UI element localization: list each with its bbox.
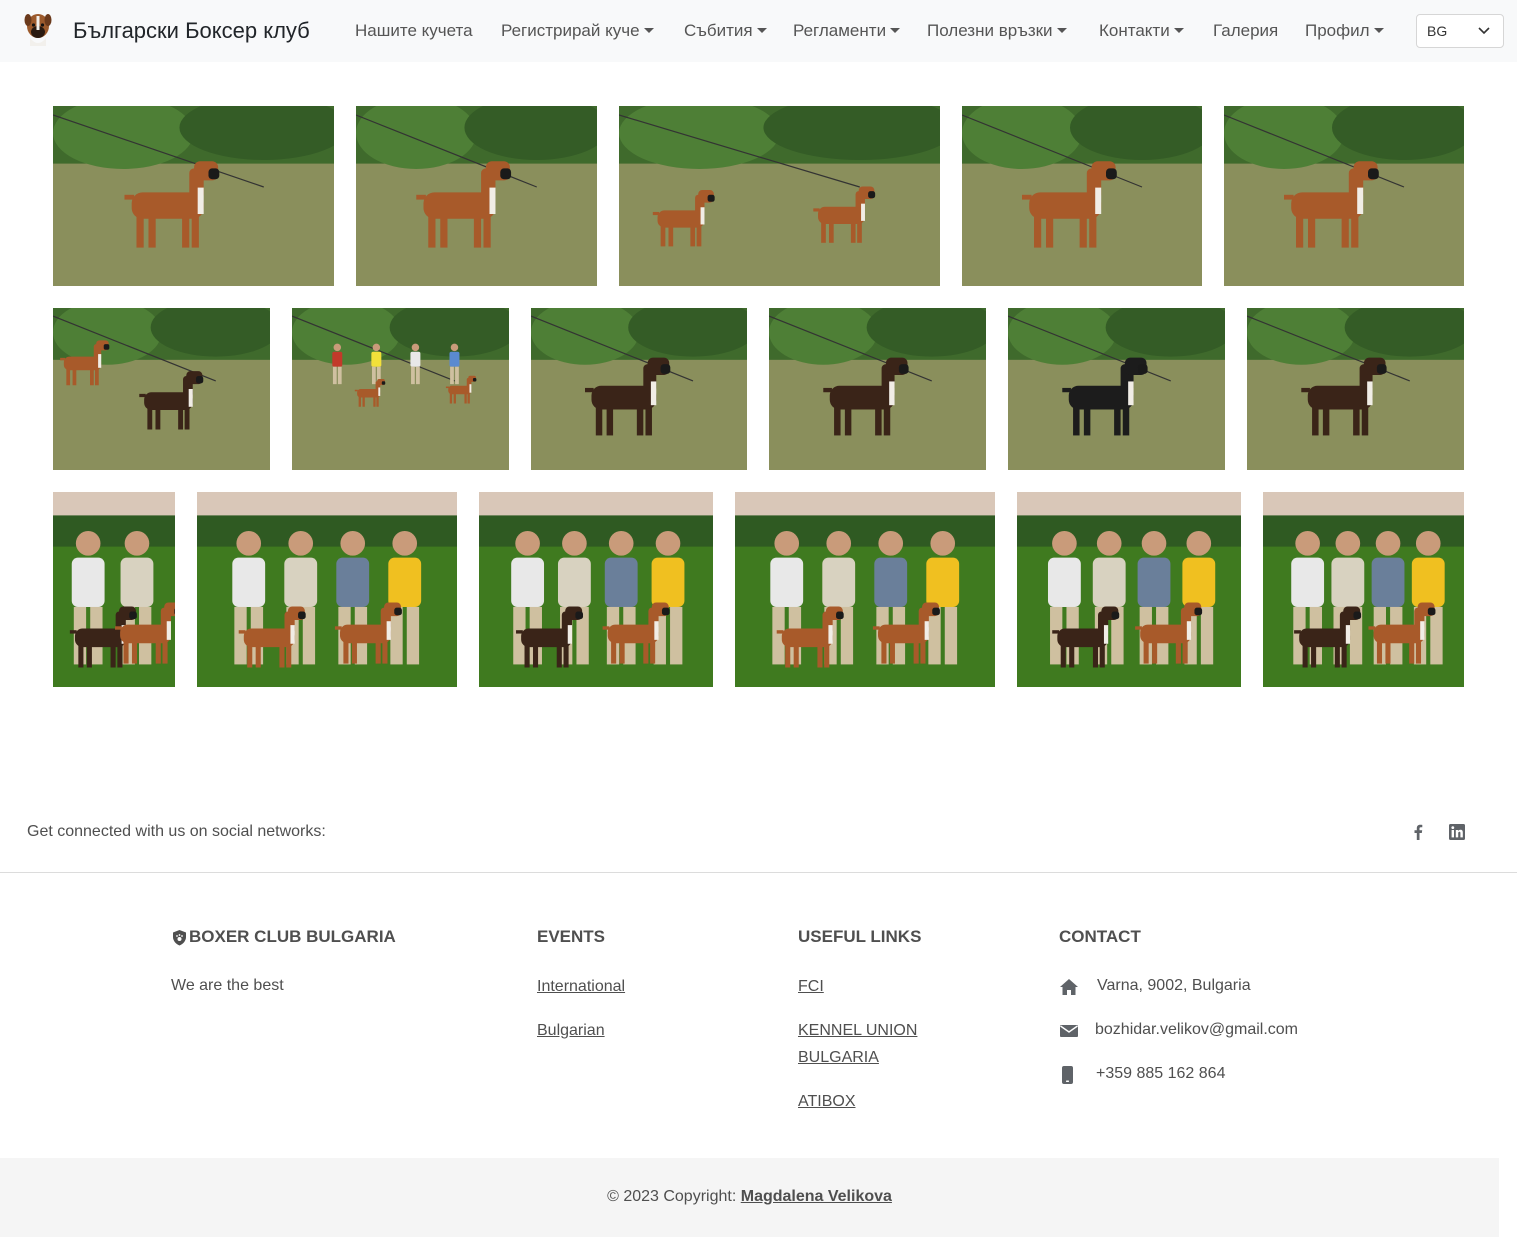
caret-down-icon	[643, 28, 654, 33]
footer-about-title: BOXER CLUB BULGARIA	[189, 927, 396, 946]
dog-photo-image	[197, 492, 457, 687]
dog-photo-image	[962, 106, 1202, 286]
footer-link-bulgarian[interactable]: Bulgarian	[537, 1017, 605, 1044]
caret-down-icon	[1056, 28, 1067, 33]
dog-photo-image	[1263, 492, 1464, 687]
footer-link-kennel-union[interactable]: KENNEL UNION BULGARIA	[798, 1017, 948, 1071]
shield-paw-icon	[173, 930, 186, 946]
footer-useful-title: USEFUL LINKS	[798, 927, 922, 946]
footer-events-title: EVENTS	[537, 927, 606, 946]
footer-link-atibox[interactable]: ATIBOX	[798, 1088, 856, 1115]
nav-profile[interactable]: Профил	[1305, 21, 1384, 41]
nav-gallery[interactable]: Галерия	[1213, 21, 1278, 41]
copyright-bar: © 2023 Copyright: Magdalena Velikova	[0, 1158, 1499, 1237]
footer-contact-title: CONTACT	[1059, 927, 1141, 946]
copyright-author-link[interactable]: Magdalena Velikova	[741, 1188, 892, 1205]
dog-photo-image	[53, 492, 175, 687]
gallery-photo[interactable]	[479, 492, 713, 687]
brand-title[interactable]: Български Боксер клуб	[73, 18, 310, 44]
boxer-logo-icon[interactable]	[24, 12, 52, 48]
dog-photo-image	[479, 492, 713, 687]
footer-divider	[0, 872, 1517, 873]
nav-our-dogs[interactable]: Нашите кучета	[355, 21, 473, 41]
contact-address: Varna, 9002, Bulgaria	[1097, 977, 1251, 994]
gallery-photo[interactable]	[356, 106, 597, 286]
gallery-photo[interactable]	[53, 106, 334, 286]
envelope-icon	[1060, 1025, 1078, 1037]
nav-contacts[interactable]: Контакти	[1099, 21, 1184, 41]
dog-photo-image	[531, 308, 747, 470]
dog-photo-image	[292, 308, 509, 470]
gallery-photo[interactable]	[1017, 492, 1241, 687]
dog-photo-image	[619, 106, 940, 286]
dog-photo-image	[1008, 308, 1225, 470]
language-select[interactable]: BG	[1416, 14, 1504, 48]
social-connect-text: Get connected with us on social networks…	[27, 823, 326, 840]
gallery-photo[interactable]	[53, 308, 270, 470]
nav-register-dog[interactable]: Регистрирай куче	[501, 21, 654, 41]
dog-photo-image	[769, 308, 986, 470]
contact-email[interactable]: bozhidar.velikov@gmail.com	[1095, 1021, 1298, 1039]
gallery-photo[interactable]	[292, 308, 509, 470]
caret-down-icon	[890, 28, 901, 33]
gallery-photo[interactable]	[619, 106, 940, 286]
dog-photo-image	[1224, 106, 1464, 286]
mobile-phone-icon	[1062, 1066, 1073, 1084]
navbar: Български Боксер клуб Нашите кучета Реги…	[0, 0, 1517, 62]
language-value: BG	[1427, 23, 1448, 39]
gallery-photo[interactable]	[735, 492, 995, 687]
gallery-photo[interactable]	[1247, 308, 1464, 470]
dog-photo-image	[53, 308, 270, 470]
dog-photo-image	[356, 106, 597, 286]
contact-phone[interactable]: +359 885 162 864	[1096, 1065, 1225, 1083]
facebook-icon[interactable]	[1408, 822, 1428, 842]
nav-regulations[interactable]: Регламенти	[793, 21, 901, 41]
nav-events[interactable]: Събития	[684, 21, 767, 41]
gallery-photo[interactable]	[1008, 308, 1225, 470]
gallery-photo[interactable]	[197, 492, 457, 687]
gallery-photo[interactable]	[531, 308, 747, 470]
dog-photo-image	[53, 106, 334, 286]
gallery-photo[interactable]	[962, 106, 1202, 286]
linkedin-icon[interactable]	[1447, 822, 1467, 842]
gallery-photo[interactable]	[53, 492, 175, 687]
footer-about-text: We are the best	[171, 977, 284, 994]
home-icon	[1060, 979, 1078, 995]
chevron-down-icon	[1478, 27, 1490, 35]
nav-useful-links[interactable]: Полезни връзки	[927, 21, 1067, 41]
footer-link-international[interactable]: International	[537, 973, 625, 1000]
gallery-photo[interactable]	[769, 308, 986, 470]
copyright-text: © 2023 Copyright: Magdalena Velikova	[607, 1188, 892, 1205]
footer-link-fci[interactable]: FCI	[798, 973, 824, 1000]
caret-down-icon	[1173, 28, 1184, 33]
caret-down-icon	[1373, 28, 1384, 33]
dog-photo-image	[1017, 492, 1241, 687]
dog-photo-image	[735, 492, 995, 687]
dog-photo-image	[1247, 308, 1464, 470]
gallery-photo[interactable]	[1224, 106, 1464, 286]
caret-down-icon	[756, 28, 767, 33]
gallery-photo[interactable]	[1263, 492, 1464, 687]
